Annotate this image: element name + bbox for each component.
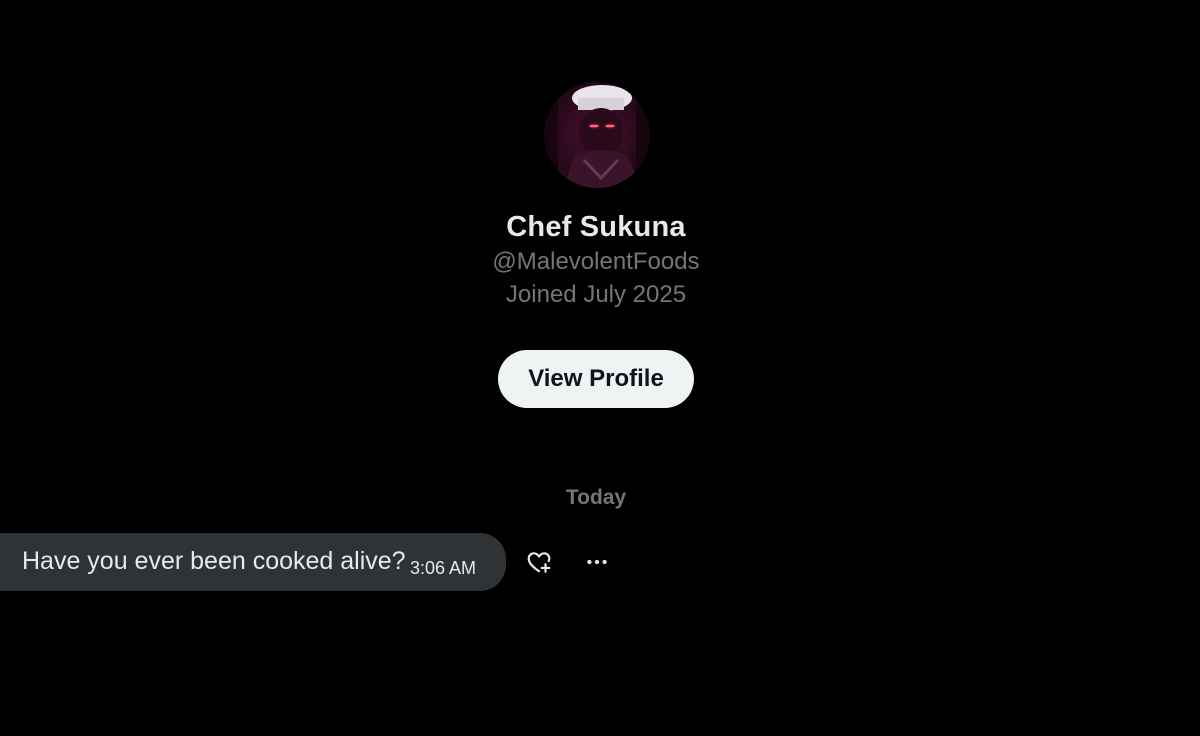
message-timestamp: 3:06 AM — [410, 558, 477, 578]
view-profile-button[interactable]: View Profile — [498, 350, 694, 408]
message-text: Have you ever been cooked alive? — [22, 547, 406, 575]
day-divider: Today — [565, 486, 627, 509]
avatar-image — [544, 82, 650, 188]
joined-date: Joined July 2025 — [505, 281, 687, 308]
avatar[interactable] — [544, 82, 650, 188]
dm-conversation-view: Chef Sukuna @MalevolentFoods Joined July… — [0, 0, 1200, 736]
heart-plus-icon[interactable] — [522, 545, 556, 579]
more-horizontal-icon[interactable] — [580, 545, 614, 579]
user-handle: @MalevolentFoods — [492, 248, 700, 275]
display-name: Chef Sukuna — [506, 211, 686, 243]
message-bubble[interactable]: Have you ever been cooked alive? 3:06 AM — [0, 533, 506, 591]
